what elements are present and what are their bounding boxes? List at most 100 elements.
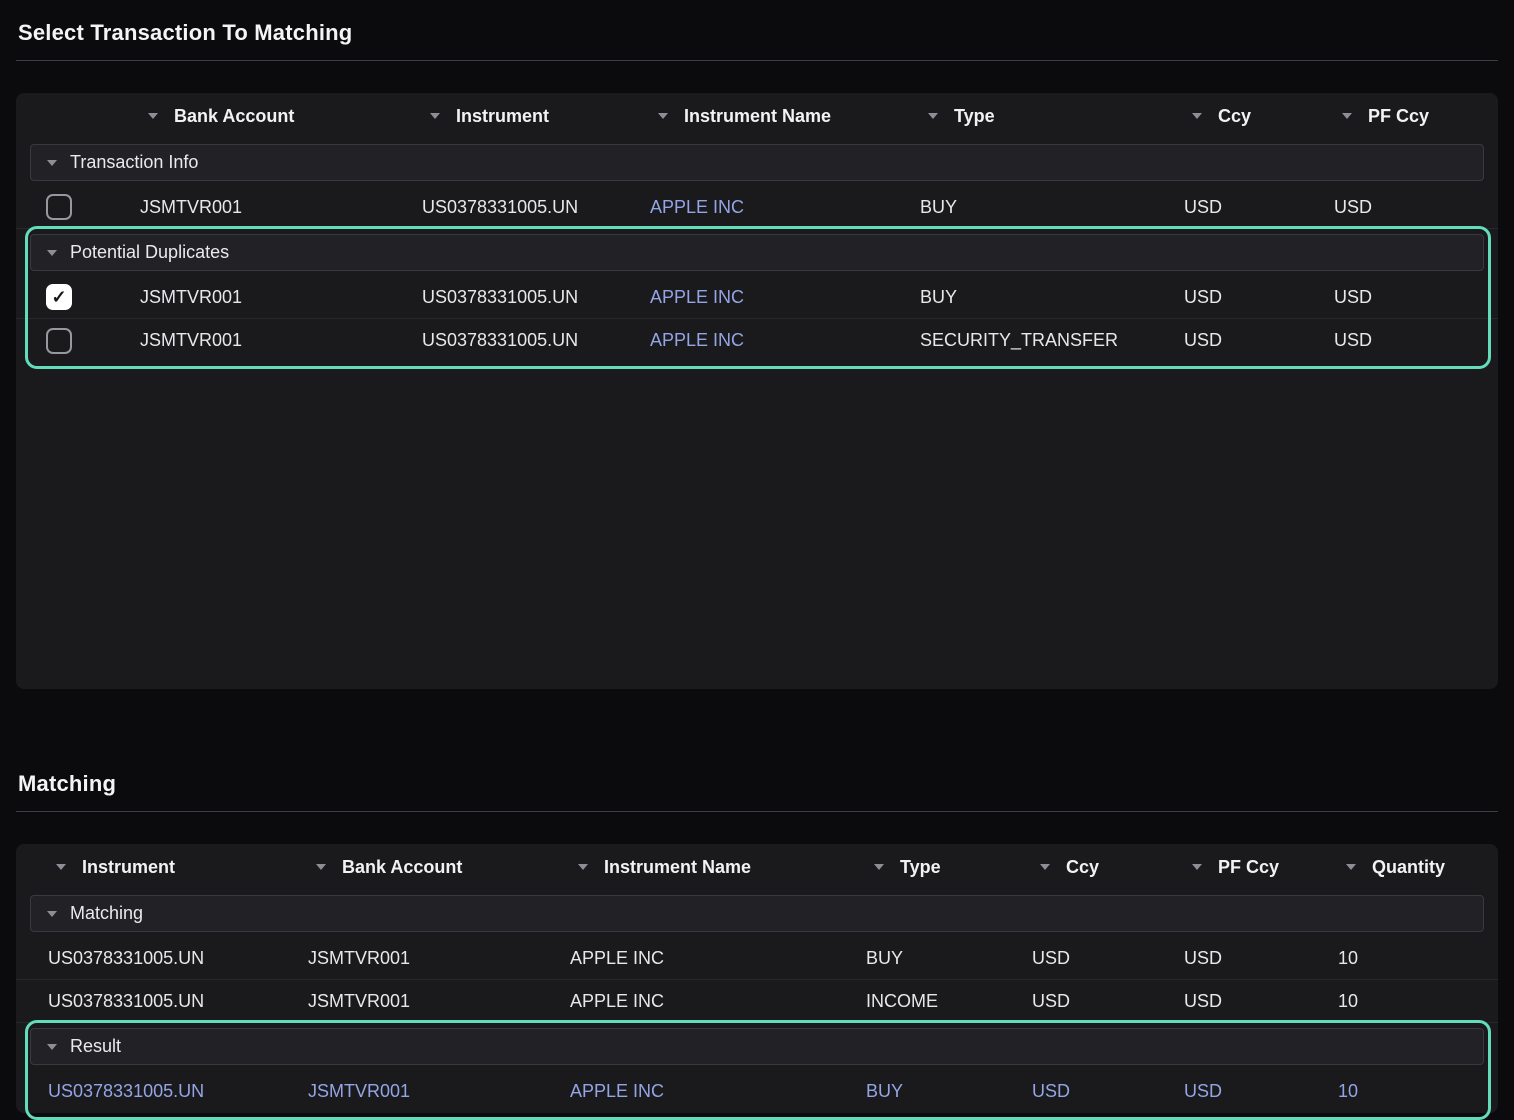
cell-ccy: USD xyxy=(1178,197,1328,218)
cell-bank-account: JSMTVR001 xyxy=(276,991,538,1012)
chevron-down-icon xyxy=(578,864,588,870)
chevron-down-icon xyxy=(430,113,440,119)
cell-bank-account: JSMTVR001 xyxy=(134,287,416,308)
column-header-instrument[interactable]: Instrument xyxy=(416,106,644,127)
group-header-result[interactable]: Result xyxy=(30,1028,1484,1065)
cell-bank-account: JSMTVR001 xyxy=(134,197,416,218)
cell-instrument-name: APPLE INC xyxy=(538,948,834,969)
cell-instrument: US0378331005.UN xyxy=(16,1081,276,1102)
column-header-label: PF Ccy xyxy=(1218,857,1279,878)
chevron-down-icon xyxy=(148,113,158,119)
cell-quantity: 10 xyxy=(1306,1081,1498,1102)
column-header-type[interactable]: Type xyxy=(834,857,1000,878)
cell-ccy: USD xyxy=(1000,991,1152,1012)
chevron-down-icon xyxy=(1192,113,1202,119)
select-table-body: Transaction InfoJSMTVR001US0378331005.UN… xyxy=(16,139,1498,362)
group-header-matching[interactable]: Matching xyxy=(30,895,1484,932)
chevron-down-icon xyxy=(1192,864,1202,870)
chevron-down-icon xyxy=(47,911,57,917)
select-section-title: Select Transaction To Matching xyxy=(16,10,1498,61)
cell-pf-ccy: USD xyxy=(1152,991,1306,1012)
group-label: Potential Duplicates xyxy=(70,242,229,263)
column-header-pf-ccy[interactable]: PF Ccy xyxy=(1152,857,1306,878)
column-header-label: Type xyxy=(954,106,995,127)
cell-quantity: 10 xyxy=(1306,948,1498,969)
transaction-row: ✓ JSMTVR001US0378331005.UNAPPLE INCBUY USD… xyxy=(16,276,1498,319)
cell-instrument-name[interactable]: APPLE INC xyxy=(644,287,914,308)
chevron-down-icon xyxy=(928,113,938,119)
matching-row: US0378331005.UNJSMTVR001APPLE INCBUYUSDU… xyxy=(16,937,1498,980)
cell-pf-ccy: USD xyxy=(1328,330,1498,351)
chevron-down-icon xyxy=(658,113,668,119)
highlighted-group: Result US0378331005.UNJSMTVR001APPLE INCB… xyxy=(16,1023,1498,1113)
cell-bank-account: JSMTVR001 xyxy=(276,1081,538,1102)
cell-instrument-name: APPLE INC xyxy=(538,991,834,1012)
matching-table: Instrument Bank Account Instrument Name … xyxy=(16,844,1498,1113)
transaction-row: JSMTVR001US0378331005.UNAPPLE INCSECURIT… xyxy=(16,319,1498,362)
cell-instrument: US0378331005.UN xyxy=(416,330,644,351)
checkbox-cell xyxy=(16,328,134,354)
cell-instrument: US0378331005.UN xyxy=(416,197,644,218)
cell-type: BUY xyxy=(834,1081,1000,1102)
column-header-instrument-name[interactable]: Instrument Name xyxy=(538,857,834,878)
cell-instrument: US0378331005.UN xyxy=(16,991,276,1012)
cell-type: BUY xyxy=(834,948,1000,969)
chevron-down-icon xyxy=(47,250,57,256)
column-header-label: Ccy xyxy=(1066,857,1099,878)
group-header-transaction-info[interactable]: Transaction Info xyxy=(30,144,1484,181)
column-header-label: Bank Account xyxy=(174,106,294,127)
chevron-down-icon xyxy=(1346,864,1356,870)
cell-type: BUY xyxy=(914,287,1178,308)
column-header-pf-ccy[interactable]: PF Ccy xyxy=(1328,106,1498,127)
cell-pf-ccy: USD xyxy=(1328,197,1498,218)
chevron-down-icon xyxy=(47,1044,57,1050)
cell-ccy: USD xyxy=(1000,1081,1152,1102)
cell-pf-ccy: USD xyxy=(1152,948,1306,969)
row-group: Transaction Info JSMTVR001US0378331005.UN… xyxy=(16,139,1498,229)
column-header-label: Instrument xyxy=(82,857,175,878)
column-header-type[interactable]: Type xyxy=(914,106,1178,127)
chevron-down-icon xyxy=(1040,864,1050,870)
cell-type: SECURITY_TRANSFER xyxy=(914,330,1178,351)
row-group: MatchingUS0378331005.UNJSMTVR001APPLE IN… xyxy=(16,890,1498,1023)
group-label: Matching xyxy=(70,903,143,924)
cell-instrument: US0378331005.UN xyxy=(416,287,644,308)
matching-row: US0378331005.UNJSMTVR001APPLE INCBUYUSDU… xyxy=(16,1070,1498,1113)
column-header-ccy[interactable]: Ccy xyxy=(1178,106,1328,127)
column-header-instrument[interactable]: Instrument xyxy=(16,857,276,878)
cell-instrument-name[interactable]: APPLE INC xyxy=(644,330,914,351)
column-header-quantity[interactable]: Quantity xyxy=(1306,857,1498,878)
cell-instrument-name[interactable]: APPLE INC xyxy=(644,197,914,218)
matching-row: US0378331005.UNJSMTVR001APPLE INCINCOMEU… xyxy=(16,980,1498,1023)
cell-instrument: US0378331005.UN xyxy=(16,948,276,969)
chevron-down-icon xyxy=(316,864,326,870)
column-header-label: Type xyxy=(900,857,941,878)
row-checkbox[interactable]: ✓ xyxy=(46,284,72,310)
column-header-bank-account[interactable]: Bank Account xyxy=(276,857,538,878)
column-header-label: Bank Account xyxy=(342,857,462,878)
column-header-ccy[interactable]: Ccy xyxy=(1000,857,1152,878)
cell-pf-ccy: USD xyxy=(1328,287,1498,308)
group-header-potential-duplicates[interactable]: Potential Duplicates xyxy=(30,234,1484,271)
column-header-instrument-name[interactable]: Instrument Name xyxy=(644,106,914,127)
cell-bank-account: JSMTVR001 xyxy=(134,330,416,351)
row-checkbox[interactable] xyxy=(46,328,72,354)
column-header-bank-account[interactable]: Bank Account xyxy=(134,106,416,127)
checkbox-cell: ✓ xyxy=(16,284,134,310)
chevron-down-icon xyxy=(1342,113,1352,119)
column-header-label: Instrument Name xyxy=(604,857,751,878)
cell-type: INCOME xyxy=(834,991,1000,1012)
page: Select Transaction To Matching Bank Acco… xyxy=(16,10,1498,1113)
checkbox-cell xyxy=(16,194,134,220)
select-table-header-row: Bank Account Instrument Instrument Name … xyxy=(16,93,1498,139)
column-header-label: Quantity xyxy=(1372,857,1445,878)
cell-quantity: 10 xyxy=(1306,991,1498,1012)
column-header-label: PF Ccy xyxy=(1368,106,1429,127)
chevron-down-icon xyxy=(874,864,884,870)
chevron-down-icon xyxy=(47,160,57,166)
cell-ccy: USD xyxy=(1178,330,1328,351)
highlighted-group: Potential Duplicates✓JSMTVR001US03783310… xyxy=(16,229,1498,362)
matching-section-title: Matching xyxy=(16,761,1498,812)
row-checkbox[interactable] xyxy=(46,194,72,220)
matching-table-header-row: Instrument Bank Account Instrument Name … xyxy=(16,844,1498,890)
